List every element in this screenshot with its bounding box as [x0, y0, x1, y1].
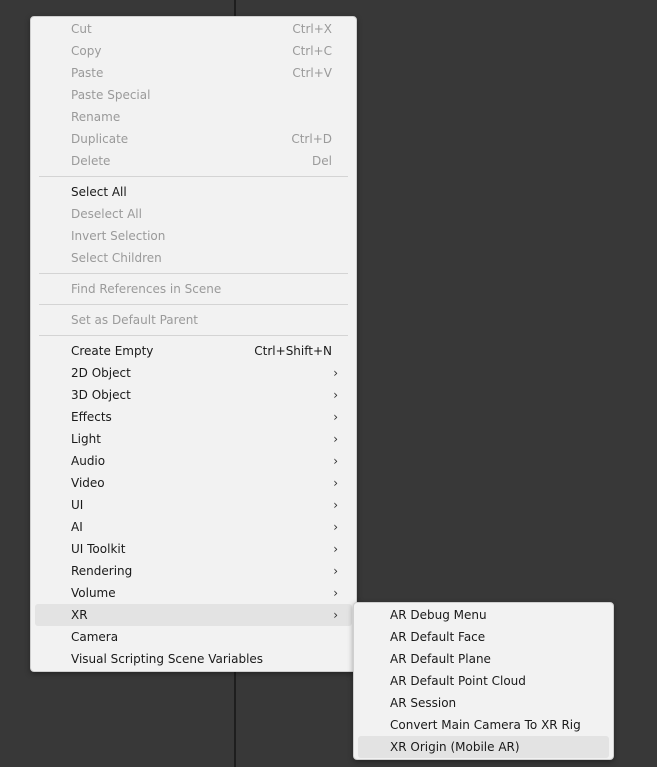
menu-item-label: Paste Special	[71, 88, 151, 102]
menu-item-label: Delete	[71, 154, 111, 168]
submenu-item-convert-main-camera[interactable]: Convert Main Camera To XR Rig	[358, 714, 609, 736]
menu-item-label: Duplicate	[71, 132, 129, 146]
menu-item-label: 2D Object	[71, 366, 131, 380]
menu-item-xr[interactable]: XR ›	[35, 604, 352, 626]
chevron-right-icon: ›	[333, 542, 338, 556]
menu-item-cut[interactable]: Cut Ctrl+X	[35, 18, 352, 40]
menu-item-select-all[interactable]: Select All	[35, 181, 352, 203]
chevron-right-icon: ›	[333, 608, 338, 622]
menu-item-delete[interactable]: Delete Del	[35, 150, 352, 172]
menu-item-find-references[interactable]: Find References in Scene	[35, 278, 352, 300]
chevron-right-icon: ›	[333, 586, 338, 600]
menu-item-deselect-all[interactable]: Deselect All	[35, 203, 352, 225]
menu-item-copy[interactable]: Copy Ctrl+C	[35, 40, 352, 62]
menu-item-label: Deselect All	[71, 207, 142, 221]
menu-item-label: Set as Default Parent	[71, 313, 199, 327]
shortcut-label: Del	[312, 154, 332, 168]
shortcut-label: Ctrl+V	[292, 66, 332, 80]
menu-item-ui-toolkit[interactable]: UI Toolkit ›	[35, 538, 352, 560]
menu-item-label: Light	[71, 432, 101, 446]
menu-item-label: Audio	[71, 454, 106, 468]
menu-item-rename[interactable]: Rename	[35, 106, 352, 128]
menu-item-label: AR Default Point Cloud	[390, 674, 526, 688]
submenu-item-ar-default-face[interactable]: AR Default Face	[358, 626, 609, 648]
menu-item-label: Select Children	[71, 251, 162, 265]
menu-item-label: Copy	[71, 44, 102, 58]
menu-item-label: AR Session	[390, 696, 457, 710]
menu-item-label: Select All	[71, 185, 127, 199]
menu-item-3d-object[interactable]: 3D Object ›	[35, 384, 352, 406]
chevron-right-icon: ›	[333, 432, 338, 446]
menu-item-rendering[interactable]: Rendering ›	[35, 560, 352, 582]
submenu-item-ar-default-plane[interactable]: AR Default Plane	[358, 648, 609, 670]
menu-item-label: Volume	[71, 586, 116, 600]
menu-item-2d-object[interactable]: 2D Object ›	[35, 362, 352, 384]
chevron-right-icon: ›	[333, 564, 338, 578]
menu-item-label: Camera	[71, 630, 119, 644]
submenu-item-ar-debug-menu[interactable]: AR Debug Menu	[358, 604, 609, 626]
menu-item-label: Convert Main Camera To XR Rig	[390, 718, 581, 732]
menu-separator	[39, 335, 348, 336]
menu-item-visual-scripting-scene-variables[interactable]: Visual Scripting Scene Variables	[35, 648, 352, 670]
menu-item-label: Video	[71, 476, 105, 490]
shortcut-label: Ctrl+X	[292, 22, 332, 36]
menu-item-label: XR Origin (Mobile AR)	[390, 740, 520, 754]
menu-item-ai[interactable]: AI ›	[35, 516, 352, 538]
menu-item-label: AR Default Face	[390, 630, 486, 644]
menu-item-label: AI	[71, 520, 83, 534]
chevron-right-icon: ›	[333, 366, 338, 380]
menu-item-label: Find References in Scene	[71, 282, 222, 296]
chevron-right-icon: ›	[333, 476, 338, 490]
menu-separator	[39, 304, 348, 305]
menu-item-invert-selection[interactable]: Invert Selection	[35, 225, 352, 247]
chevron-right-icon: ›	[333, 498, 338, 512]
menu-item-label: Invert Selection	[71, 229, 166, 243]
submenu-item-ar-default-point-cloud[interactable]: AR Default Point Cloud	[358, 670, 609, 692]
menu-item-label: Cut	[71, 22, 92, 36]
menu-item-ui[interactable]: UI ›	[35, 494, 352, 516]
menu-item-label: Paste	[71, 66, 104, 80]
menu-item-label: XR	[71, 608, 88, 622]
menu-item-set-default-parent[interactable]: Set as Default Parent	[35, 309, 352, 331]
menu-item-duplicate[interactable]: Duplicate Ctrl+D	[35, 128, 352, 150]
shortcut-label: Ctrl+D	[291, 132, 332, 146]
xr-submenu: AR Debug Menu AR Default Face AR Default…	[353, 602, 614, 760]
menu-item-select-children[interactable]: Select Children	[35, 247, 352, 269]
chevron-right-icon: ›	[333, 410, 338, 424]
menu-separator	[39, 176, 348, 177]
shortcut-label: Ctrl+Shift+N	[254, 344, 332, 358]
submenu-item-ar-session[interactable]: AR Session	[358, 692, 609, 714]
menu-item-label: UI Toolkit	[71, 542, 126, 556]
menu-item-effects[interactable]: Effects ›	[35, 406, 352, 428]
chevron-right-icon: ›	[333, 520, 338, 534]
menu-item-volume[interactable]: Volume ›	[35, 582, 352, 604]
menu-item-label: AR Debug Menu	[390, 608, 487, 622]
menu-item-audio[interactable]: Audio ›	[35, 450, 352, 472]
menu-item-video[interactable]: Video ›	[35, 472, 352, 494]
shortcut-label: Ctrl+C	[292, 44, 332, 58]
menu-item-create-empty[interactable]: Create Empty Ctrl+Shift+N	[35, 340, 352, 362]
menu-item-label: UI	[71, 498, 84, 512]
chevron-right-icon: ›	[333, 454, 338, 468]
context-menu: Cut Ctrl+X Copy Ctrl+C Paste Ctrl+V Past…	[30, 16, 357, 672]
menu-item-label: Rename	[71, 110, 121, 124]
menu-item-paste-special[interactable]: Paste Special	[35, 84, 352, 106]
menu-item-label: Effects	[71, 410, 112, 424]
menu-item-label: Rendering	[71, 564, 133, 578]
menu-separator	[39, 273, 348, 274]
submenu-item-xr-origin-mobile-ar[interactable]: XR Origin (Mobile AR)	[358, 736, 609, 758]
menu-item-label: AR Default Plane	[390, 652, 491, 666]
menu-item-label: 3D Object	[71, 388, 131, 402]
menu-item-paste[interactable]: Paste Ctrl+V	[35, 62, 352, 84]
menu-item-label: Visual Scripting Scene Variables	[71, 652, 264, 666]
menu-item-label: Create Empty	[71, 344, 154, 358]
chevron-right-icon: ›	[333, 388, 338, 402]
menu-item-camera[interactable]: Camera	[35, 626, 352, 648]
menu-item-light[interactable]: Light ›	[35, 428, 352, 450]
